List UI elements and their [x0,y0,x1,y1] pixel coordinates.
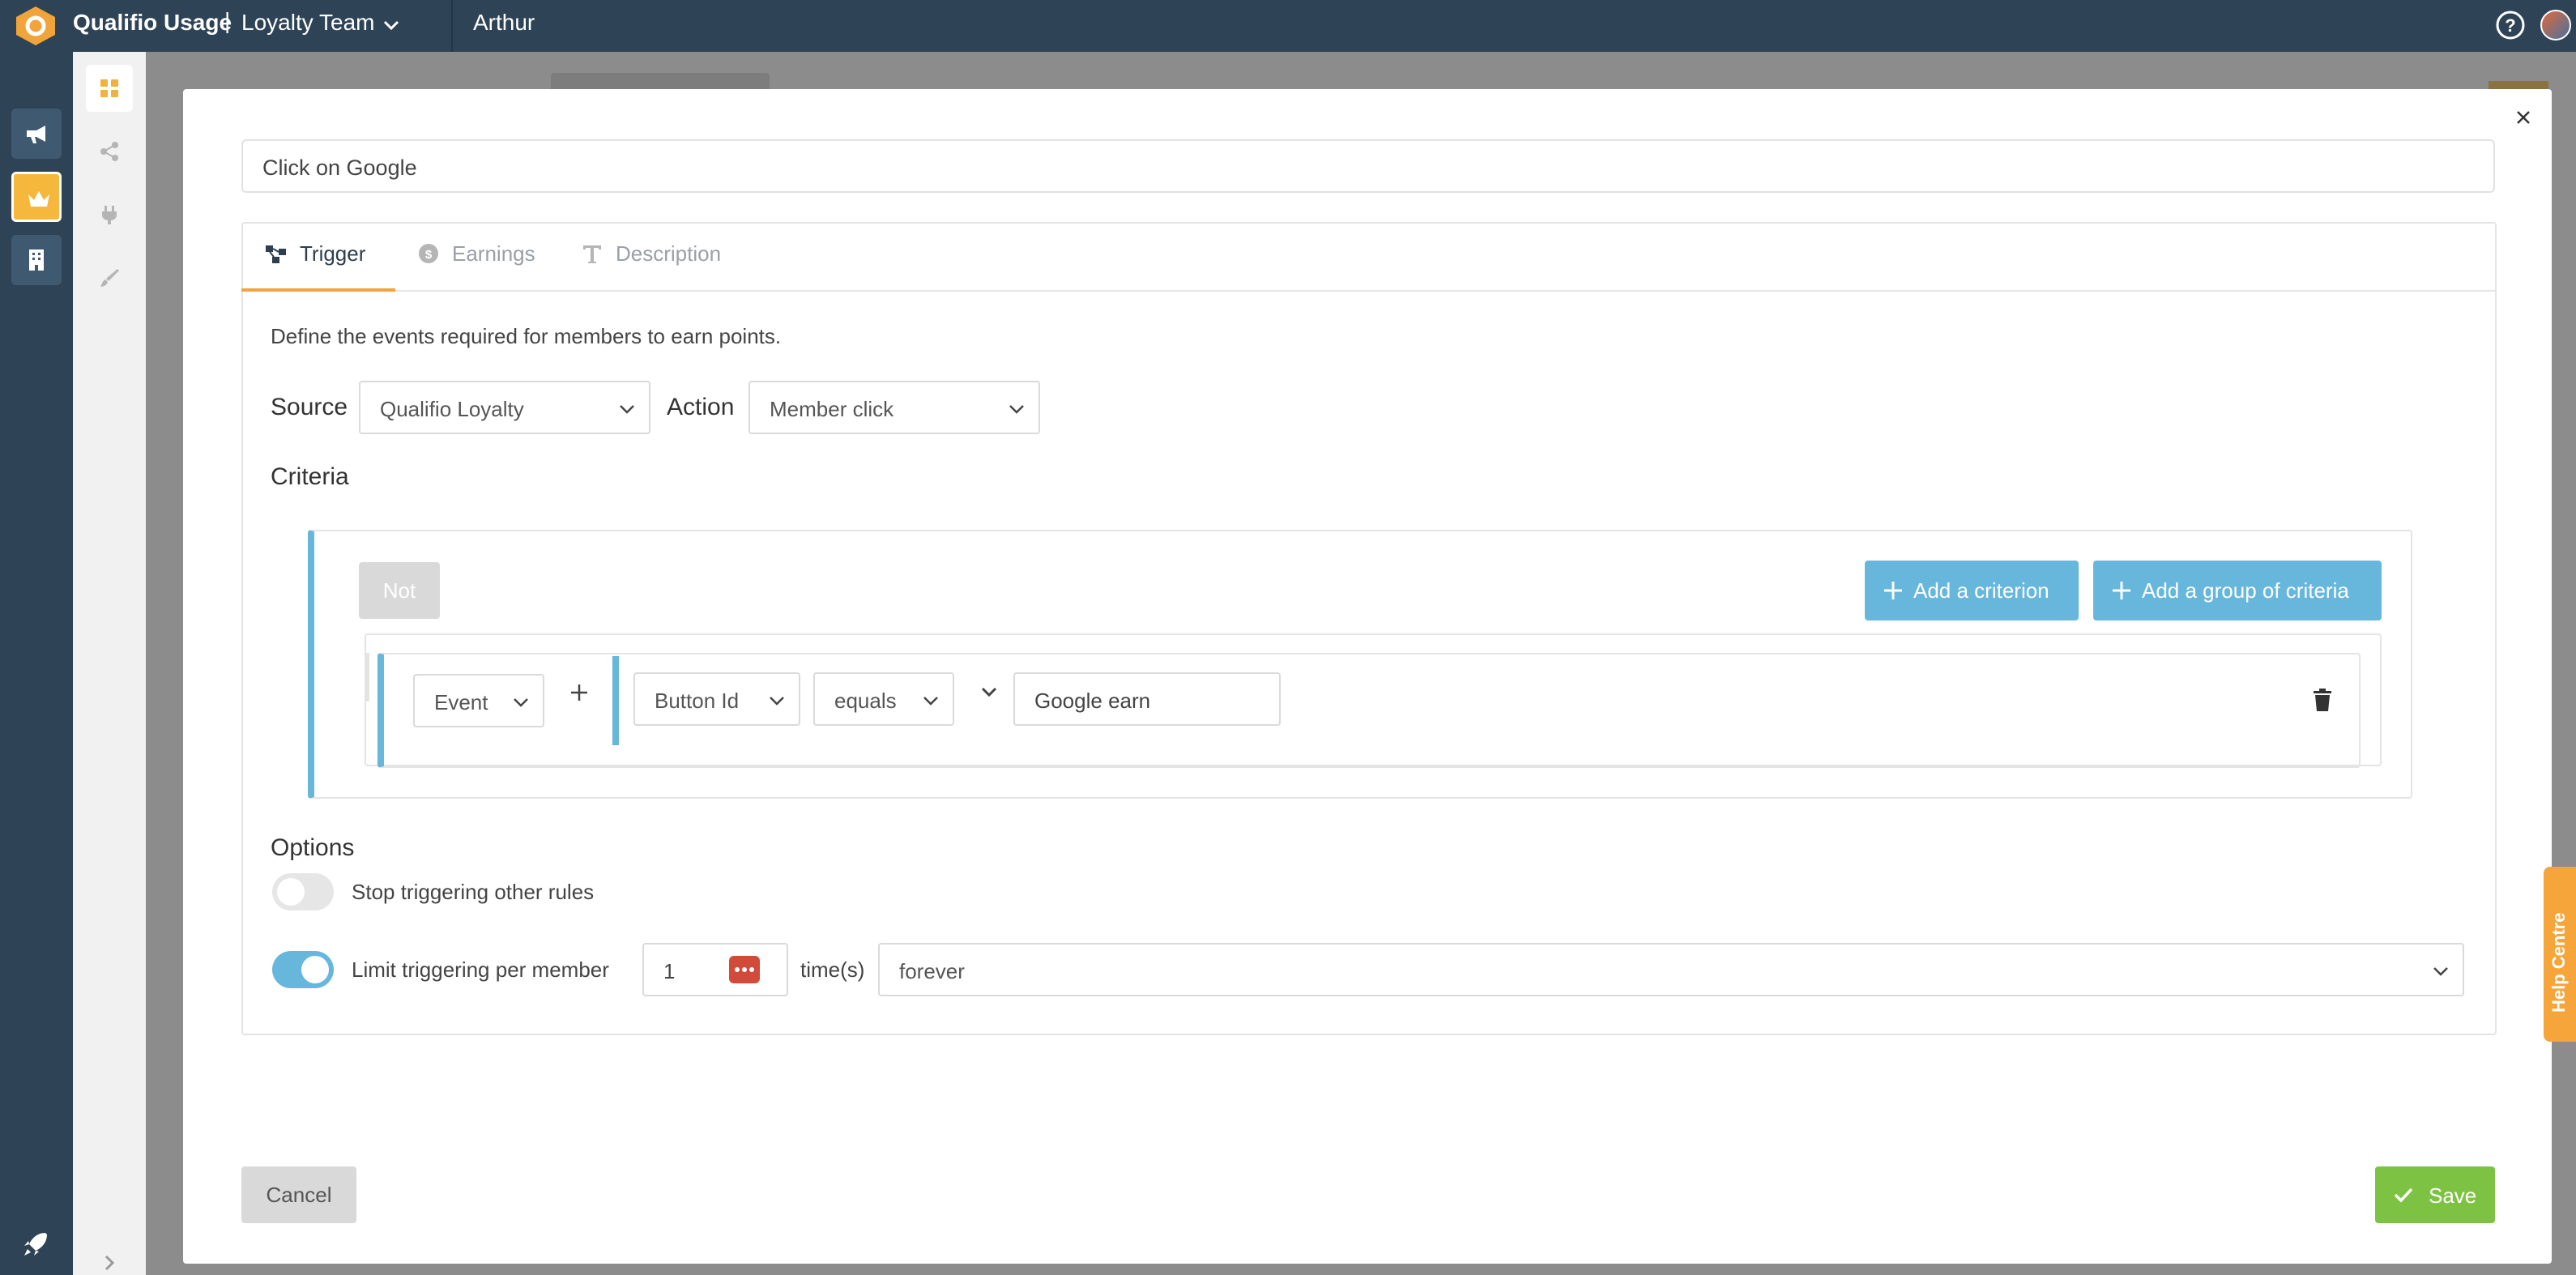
background-tab [551,73,770,89]
add-sub-criterion-icon[interactable] [565,679,593,706]
group-connector [365,653,369,701]
rail-item-organization[interactable] [11,235,62,285]
chevron-down-icon[interactable] [379,13,403,37]
megaphone-icon [27,126,45,143]
qualifio-logo-icon[interactable] [13,5,58,47]
action-label: Action [667,394,735,420]
operator-select-value: equals [834,689,897,713]
cancel-button[interactable]: Cancel [241,1166,356,1223]
share-icon [100,142,118,161]
stop-triggering-toggle[interactable] [272,873,334,910]
save-label: Save [2429,1183,2477,1208]
team-name[interactable]: Loyalty Team [241,10,374,36]
save-button[interactable]: Save [2375,1166,2495,1223]
sidebar-item-design[interactable] [86,254,133,301]
source-select-value: Qualifio Loyalty [380,397,524,421]
help-centre-tab[interactable]: Help Centre [2544,867,2576,1042]
add-criterion-label: Add a criterion [1913,578,2049,603]
tabs-divider [241,290,2497,292]
plug-icon [102,206,117,224]
tab-description-label: Description [616,241,722,266]
check-icon [2394,1188,2413,1203]
avatar[interactable] [2540,10,2571,41]
limit-count-input[interactable]: 1 [642,943,788,996]
field-select[interactable]: Button Id [633,672,800,726]
limit-triggering-toggle[interactable] [272,951,334,988]
source-select[interactable]: Qualifio Loyalty [359,381,650,434]
times-label: time(s) [800,957,865,982]
chevron-down-icon [923,697,938,706]
sub-criterion-bar [612,656,619,745]
criterion-value-input[interactable]: Google earn [1013,672,1281,726]
help-icon[interactable]: ? [2495,10,2526,41]
close-icon[interactable] [2511,105,2535,130]
active-tab-indicator [241,288,395,292]
event-select[interactable]: Event [413,674,544,727]
limit-triggering-label: Limit triggering per member [352,957,609,982]
tab-trigger-label: Trigger [300,241,366,266]
trash-icon[interactable] [2310,687,2335,713]
action-select[interactable]: Member click [748,381,1040,434]
toggle-knob [301,956,329,983]
app-name: Qualifio Usage [73,10,232,35]
chevron-right-icon[interactable] [97,1251,122,1275]
tab-earnings-label: Earnings [452,241,535,266]
title-separator: | [224,8,231,33]
text-icon [583,245,601,263]
user-name[interactable]: Arthur [473,10,535,36]
tab-earnings[interactable]: $ Earnings [416,240,546,288]
options-label: Options [271,834,355,861]
toggle-knob [277,878,305,906]
dots-icon [735,967,754,972]
event-select-value: Event [434,690,488,714]
action-select-value: Member click [770,397,894,421]
plus-icon [1884,582,1902,599]
main-rail [0,52,73,1275]
svg-text:$: $ [425,248,433,262]
svg-text:?: ? [2505,15,2515,36]
stop-triggering-label: Stop triggering other rules [352,880,595,904]
field-select-value: Button Id [655,689,740,713]
chevron-down-icon [770,697,784,706]
period-select[interactable]: forever [878,943,2464,996]
chevron-down-icon [514,698,528,707]
rocket-icon[interactable] [21,1230,50,1259]
criteria-label: Criteria [271,463,349,490]
tab-description[interactable]: Description [580,240,742,288]
sidebar-item-dashboard[interactable] [86,65,133,112]
grid-icon [100,79,118,97]
brush-icon [100,269,119,287]
rail-item-campaigns[interactable] [11,109,62,159]
tab-trigger[interactable]: Trigger [264,240,386,288]
not-button[interactable]: Not [359,562,440,619]
top-bar: Qualifio Usage | Loyalty Team Arthur ? [0,0,2576,52]
sidebar-item-share[interactable] [86,128,133,175]
trigger-intro: Define the events required for members t… [271,324,782,348]
operator-select[interactable]: equals [813,672,954,726]
building-icon [29,249,44,271]
sidebar-item-integrations[interactable] [86,191,133,238]
background-button [2489,81,2548,89]
coin-icon: $ [419,244,438,263]
rule-name-input[interactable]: Click on Google [241,139,2495,193]
period-select-value: forever [899,959,965,983]
password-manager-icon[interactable] [729,956,760,983]
plus-icon [2113,582,2130,599]
chevron-down-icon[interactable] [975,679,1003,706]
rail-item-loyalty[interactable] [11,172,62,222]
chevron-down-icon [1009,405,1024,414]
add-criterion-button[interactable]: Add a criterion [1865,561,2079,620]
source-label: Source [271,394,348,420]
help-centre-label: Help Centre [2548,912,2569,1013]
secondary-sidebar [73,52,146,1275]
topbar-divider [451,0,453,52]
chevron-down-icon [620,405,634,414]
chevron-down-icon [2433,967,2448,976]
crown-icon [28,191,49,207]
add-group-button[interactable]: Add a group of criteria [2093,561,2382,620]
add-group-label: Add a group of criteria [2142,578,2349,603]
flow-icon [266,245,286,263]
